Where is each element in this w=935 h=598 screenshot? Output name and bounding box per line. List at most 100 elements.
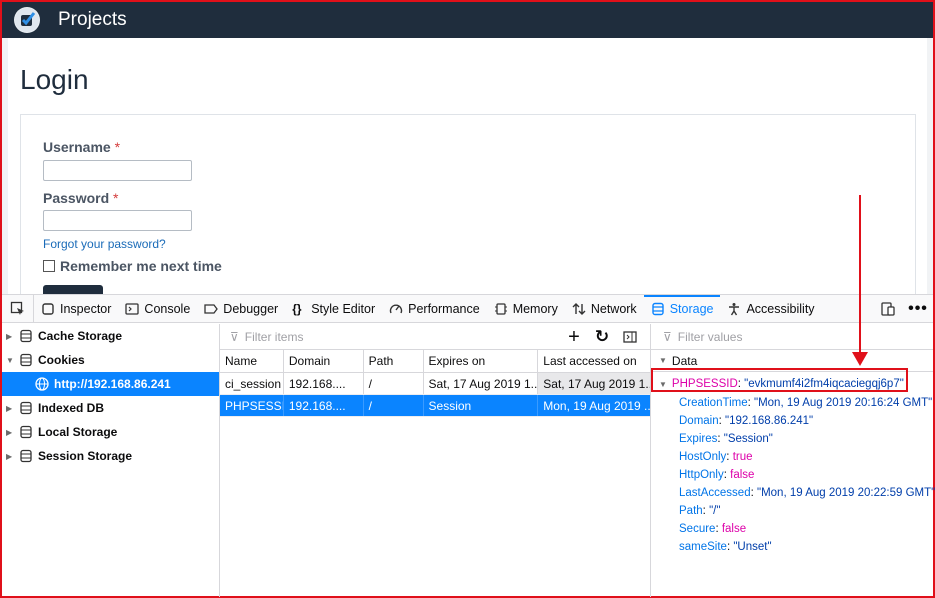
tree-item-indexed-db[interactable]: ▶ Indexed DB	[2, 396, 219, 420]
element-picker-icon[interactable]	[2, 295, 34, 322]
cookie-property[interactable]: HostOnly: true	[651, 448, 933, 466]
table-actions: + ↻	[560, 324, 644, 350]
property-value: "Session"	[723, 433, 773, 445]
annotation-highlight-box	[651, 368, 908, 392]
add-item-icon[interactable]: +	[560, 326, 588, 349]
table-row-selected[interactable]: PHPSESSID 192.168.... / Session Mon, 19 …	[220, 395, 650, 417]
tree-item-session-storage[interactable]: ▶ Session Storage	[2, 444, 219, 468]
cookie-property[interactable]: Domain: "192.168.86.241"	[651, 412, 933, 430]
property-value: true	[732, 451, 753, 463]
cookie-details-pane: ⊽ Filter values ▼ Data ▼ PHPSESSID: "evkm…	[651, 324, 935, 597]
filter-items-input[interactable]: Filter items	[245, 330, 304, 344]
checkmark-logo-icon[interactable]	[14, 7, 40, 33]
remember-label: Remember me next time	[60, 258, 222, 274]
tree-item-cookies[interactable]: ▼ Cookies	[2, 348, 219, 372]
annotation-arrow-head	[852, 352, 868, 366]
cell-last-accessed: Sat, 17 Aug 2019 1...	[538, 373, 650, 394]
property-value: "192.168.86.241"	[725, 415, 814, 427]
devtools-panel: Inspector Console Debugger {} Style Edito…	[2, 294, 935, 597]
page-title: Login	[20, 64, 89, 95]
cookie-property[interactable]: CreationTime: "Mon, 19 Aug 2019 20:16:24…	[651, 394, 933, 412]
cell-expires: Session	[424, 395, 539, 416]
property-value: "Mon, 19 Aug 2019 20:16:24 GMT"	[754, 397, 933, 409]
devtools-right-controls: •••	[873, 295, 933, 323]
remember-me[interactable]: Remember me next time	[43, 258, 222, 274]
property-key: Expires	[679, 433, 718, 445]
accessibility-icon	[729, 302, 740, 315]
cell-last-accessed: Mon, 19 Aug 2019 ...	[543, 398, 650, 413]
property-key: Path	[679, 505, 703, 517]
storage-panel: ▶ Cache Storage ▼ Cookies http://192.168.8…	[2, 324, 935, 597]
storage-icon	[20, 353, 32, 367]
cookie-property[interactable]: Secure: false	[651, 520, 933, 538]
storage-icon	[20, 425, 32, 439]
annotation-arrow	[859, 195, 861, 355]
storage-icon	[20, 401, 32, 415]
storage-icon	[651, 302, 664, 315]
tab-performance[interactable]: Performance	[382, 295, 487, 322]
tab-debugger[interactable]: Debugger	[197, 295, 285, 322]
column-path[interactable]: Path	[364, 350, 424, 372]
property-value: false	[730, 469, 755, 481]
forgot-password-link[interactable]: Forgot your password?	[43, 237, 166, 251]
property-key: HttpOnly	[679, 469, 724, 481]
property-value: "Mon, 19 Aug 2019 20:22:59 GMT"	[757, 487, 935, 499]
tab-inspector[interactable]: Inspector	[34, 295, 118, 322]
inspector-icon	[42, 302, 54, 315]
column-expires[interactable]: Expires on	[424, 350, 539, 372]
tab-console[interactable]: Console	[118, 295, 197, 322]
password-input[interactable]	[43, 210, 192, 231]
cookie-property[interactable]: HttpOnly: false	[651, 466, 933, 484]
cookie-property[interactable]: Expires: "Session"	[651, 430, 933, 448]
property-key: LastAccessed	[679, 487, 751, 499]
tree-item-cache-storage[interactable]: ▶ Cache Storage	[2, 324, 219, 348]
tab-memory[interactable]: Memory	[487, 295, 565, 322]
app-header: Projects	[2, 2, 933, 38]
tab-accessibility[interactable]: Accessibility	[720, 295, 821, 322]
password-label: Password *	[43, 190, 119, 206]
login-page: Login Username * Password * Forgot your …	[2, 38, 933, 304]
more-options-icon[interactable]: •••	[903, 300, 933, 318]
tree-item-cookie-host[interactable]: http://192.168.86.241	[2, 372, 219, 396]
property-key: sameSite	[679, 541, 727, 553]
cell-expires: Sat, 17 Aug 2019 1...	[424, 373, 539, 394]
property-value: "Unset"	[733, 541, 772, 553]
property-key: HostOnly	[679, 451, 727, 463]
column-name[interactable]: Name	[220, 350, 284, 372]
refresh-icon[interactable]: ↻	[588, 327, 616, 347]
cell-domain: 192.168....	[284, 395, 364, 416]
devtools-toolbar: Inspector Console Debugger {} Style Edito…	[2, 295, 933, 323]
login-card: Username * Password * Forgot your passwo…	[20, 114, 916, 304]
globe-icon	[35, 377, 49, 391]
property-value: "/"	[709, 505, 721, 517]
debugger-icon	[204, 303, 219, 314]
toggle-sidebar-icon[interactable]	[616, 330, 644, 344]
tab-style-editor[interactable]: {} Style Editor	[285, 295, 382, 322]
cookie-properties: CreationTime: "Mon, 19 Aug 2019 20:16:24…	[651, 394, 935, 556]
app-title[interactable]: Projects	[58, 9, 127, 31]
values-filter[interactable]: ⊽ Filter values	[651, 324, 933, 350]
tab-network[interactable]: Network	[565, 295, 644, 322]
remember-checkbox[interactable]	[43, 260, 55, 272]
performance-icon	[389, 304, 403, 313]
storage-icon	[20, 329, 32, 343]
username-label: Username *	[43, 139, 121, 155]
table-row[interactable]: ci_session 192.168.... / Sat, 17 Aug 201…	[220, 373, 650, 395]
tree-item-local-storage[interactable]: ▶ Local Storage	[2, 420, 219, 444]
style-editor-icon: {}	[292, 301, 302, 316]
items-filter[interactable]: ⊽ Filter items + ↻	[220, 324, 650, 350]
cookie-property[interactable]: sameSite: "Unset"	[651, 538, 933, 556]
filter-icon: ⊽	[663, 329, 672, 344]
responsive-mode-icon[interactable]	[873, 301, 903, 317]
filter-icon: ⊽	[230, 329, 239, 344]
username-input[interactable]	[43, 160, 192, 181]
column-domain[interactable]: Domain	[284, 350, 364, 372]
property-key: Secure	[679, 523, 716, 535]
tab-storage[interactable]: Storage	[643, 295, 721, 322]
cookie-property[interactable]: Path: "/"	[651, 502, 933, 520]
column-last-accessed[interactable]: Last accessed on	[538, 350, 650, 372]
cell-name: PHPSESSID	[220, 395, 284, 416]
cookie-property[interactable]: LastAccessed: "Mon, 19 Aug 2019 20:22:59…	[651, 484, 935, 502]
filter-values-input[interactable]: Filter values	[678, 330, 743, 344]
console-icon	[125, 302, 140, 315]
